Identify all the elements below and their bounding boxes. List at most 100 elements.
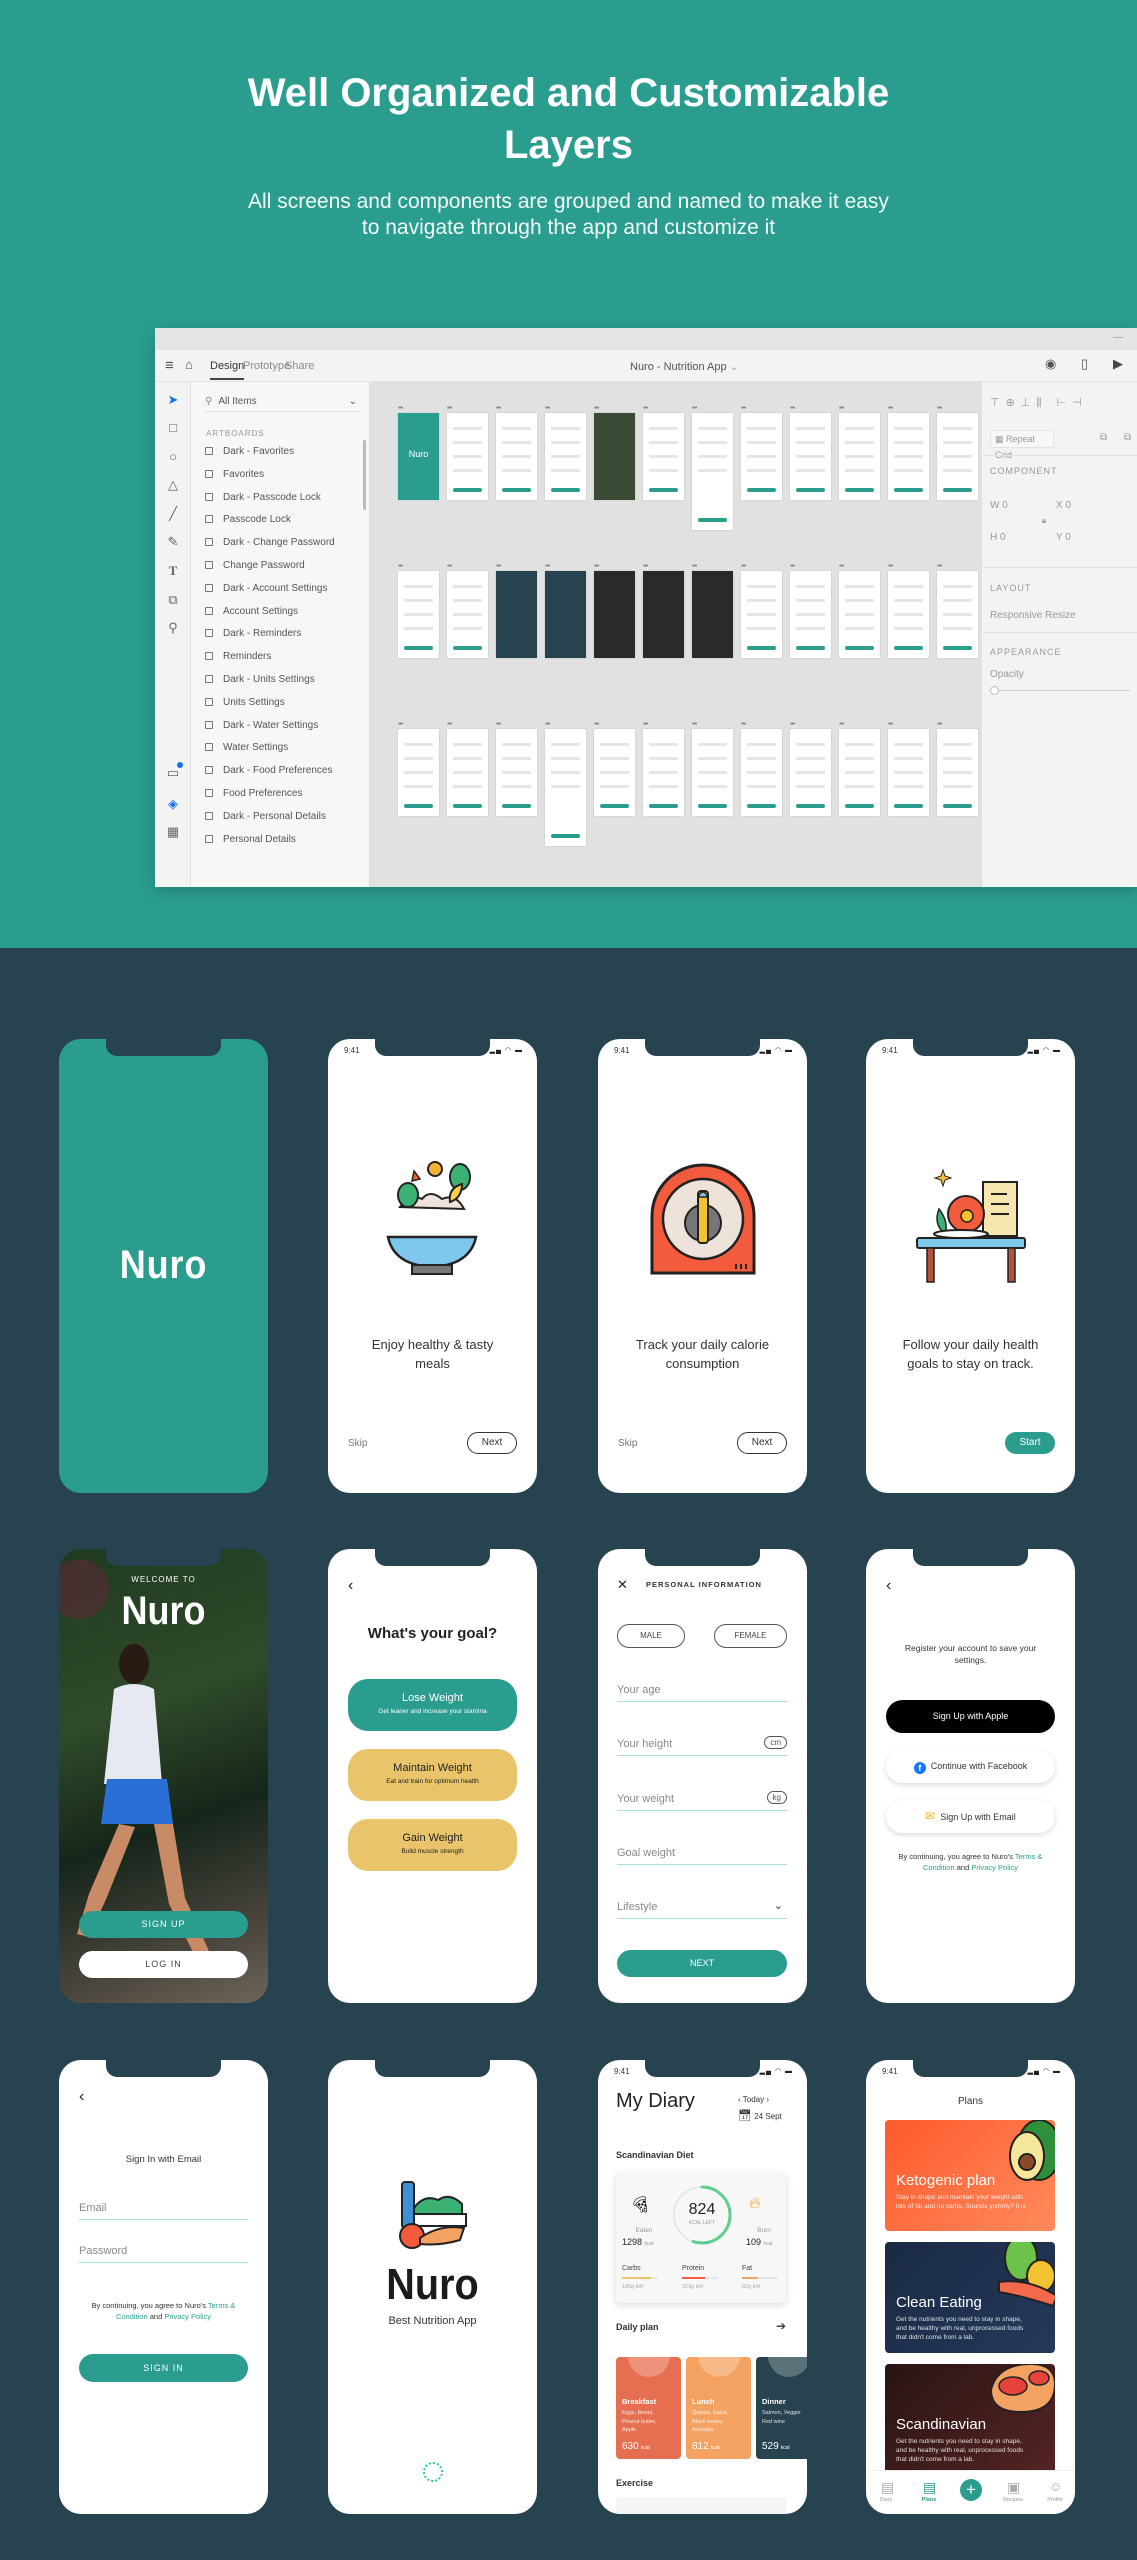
layer-item[interactable]: Dark - Account Settings	[205, 581, 328, 597]
next-button[interactable]: Next	[737, 1432, 787, 1454]
layer-item[interactable]: Food Preferences	[205, 786, 303, 802]
add-button[interactable]: +	[960, 2479, 982, 2501]
ellipse-tool-icon[interactable]: ○	[165, 449, 181, 465]
height-input[interactable]: Your height cm	[617, 1736, 787, 1756]
artboard-thumbnail[interactable]: •••	[790, 405, 831, 500]
profile-nav-icon[interactable]: ☺	[1049, 2479, 1062, 2494]
artboard-thumbnail[interactable]: •••	[839, 563, 880, 658]
artboard-thumbnail[interactable]: •••	[692, 563, 733, 658]
back-chevron-icon[interactable]: ‹	[79, 2088, 84, 2106]
artboard-tool-icon[interactable]: ⧉	[165, 592, 181, 608]
artboard-thumbnail[interactable]: •••	[447, 721, 488, 816]
artboard-thumbnail[interactable]: •••	[937, 721, 978, 816]
responsive-resize-toggle[interactable]: Responsive Resize	[990, 610, 1076, 621]
layer-item[interactable]: Dark - Passcode Lock	[205, 490, 321, 506]
sign-up-email-button[interactable]: ✉ Sign Up with Email	[886, 1800, 1055, 1833]
layer-item[interactable]: Personal Details	[205, 832, 296, 848]
layer-item[interactable]: Dark - Change Password	[205, 535, 335, 551]
text-tool-icon[interactable]: T	[165, 563, 181, 579]
layer-item[interactable]: Reminders	[205, 649, 271, 665]
artboard-thumbnail[interactable]: •••	[398, 721, 439, 816]
artboard-thumbnail[interactable]: •••	[692, 721, 733, 816]
assets-icon[interactable]: ▭	[165, 762, 183, 781]
artboard-thumbnail[interactable]: •••	[839, 405, 880, 500]
artboard-thumbnail[interactable]: •••	[545, 721, 586, 846]
maintain-weight-option[interactable]: Maintain Weight Eat and train for optimu…	[348, 1749, 517, 1801]
sign-up-apple-button[interactable]: Sign Up with Apple	[886, 1700, 1055, 1733]
minimize-icon[interactable]: —	[1113, 332, 1123, 343]
plans-nav-icon[interactable]: ▤	[923, 2479, 936, 2496]
opacity-slider[interactable]	[990, 686, 1130, 695]
artboard-thumbnail[interactable]: •••	[888, 563, 929, 658]
layer-item[interactable]: Passcode Lock	[205, 512, 291, 528]
layer-item[interactable]: Dark - Favorites	[205, 444, 294, 460]
device-preview-icon[interactable]: ▯	[1081, 356, 1088, 372]
email-input[interactable]: Email	[79, 2202, 248, 2220]
y-field[interactable]: Y 0	[1056, 532, 1071, 543]
layer-item[interactable]: Dark - Food Preferences	[205, 763, 333, 779]
artboard-thumbnail[interactable]: •••	[741, 405, 782, 500]
artboard-thumbnail[interactable]: •••	[643, 405, 684, 500]
height-field[interactable]: H 0	[990, 532, 1006, 543]
gain-weight-option[interactable]: Gain Weight Build muscle strength	[348, 1819, 517, 1871]
recipes-nav-icon[interactable]: ▣	[1007, 2479, 1020, 2496]
home-icon[interactable]: ⌂	[185, 357, 193, 372]
lock-icon[interactable]: 🔒︎	[1042, 516, 1046, 526]
skip-button[interactable]: Skip	[618, 1438, 637, 1449]
start-button[interactable]: Start	[1005, 1432, 1055, 1454]
continue-facebook-button[interactable]: f Continue with Facebook	[886, 1750, 1055, 1783]
kg-unit-toggle[interactable]: kg	[766, 1791, 787, 1804]
layers-search[interactable]: ⚲ All Items ⌄	[205, 396, 359, 412]
document-title[interactable]: Nuro - Nutrition App ⌄	[630, 360, 739, 373]
line-tool-icon[interactable]: ╱	[165, 506, 181, 522]
exercise-card[interactable]	[616, 2497, 786, 2514]
rectangle-tool-icon[interactable]: □	[165, 420, 181, 436]
artboard-canvas[interactable]: ••• Nuro ••• ••• ••• ••• ••• ••• ••• ••• ••• ••• •••…	[369, 382, 981, 887]
female-button[interactable]: FEMALE	[714, 1624, 787, 1648]
layer-item[interactable]: Dark - Units Settings	[205, 672, 315, 688]
cm-unit-toggle[interactable]: cm	[764, 1736, 787, 1749]
select-tool-icon[interactable]: ➤	[165, 392, 181, 408]
meal-card[interactable]: Dinner Salmon, Veggie Red wine 529 kcal	[756, 2357, 807, 2459]
nav-profile[interactable]: Profile	[1040, 2497, 1070, 2503]
artboard-thumbnail[interactable]: ••• Nuro	[398, 405, 439, 500]
layer-item[interactable]: Units Settings	[205, 695, 285, 711]
artboard-thumbnail[interactable]: •••	[790, 721, 831, 816]
artboard-thumbnail[interactable]: •••	[398, 563, 439, 658]
artboard-thumbnail[interactable]: •••	[790, 563, 831, 658]
chevron-down-icon[interactable]: ⌄	[349, 396, 357, 407]
artboard-thumbnail[interactable]: •••	[496, 405, 537, 500]
close-icon[interactable]: ✕	[617, 1577, 628, 1593]
password-input[interactable]: Password	[79, 2245, 248, 2263]
plan-card-scandinavian[interactable]: Scandinavian Get the nutrients you need …	[885, 2364, 1055, 2475]
plan-card-ketogenic[interactable]: Ketogenic plan Stay in shape and maintai…	[885, 2120, 1055, 2231]
meal-card[interactable]: Lunch Quinoa, Salsa, Black beans, Avocado 81…	[686, 2357, 751, 2459]
play-icon[interactable]: ▶	[1113, 356, 1123, 372]
zoom-tool-icon[interactable]: ⚲	[165, 620, 181, 636]
date-switcher[interactable]: ‹ Today ›	[738, 2095, 769, 2104]
paste-icon[interactable]: ⧉	[1124, 432, 1131, 443]
user-share-icon[interactable]: ◉	[1045, 356, 1056, 372]
artboard-thumbnail[interactable]: •••	[594, 405, 635, 500]
artboard-thumbnail[interactable]: •••	[447, 405, 488, 500]
layer-item[interactable]: Dark - Personal Details	[205, 809, 326, 825]
hamburger-menu-icon[interactable]: ≡	[165, 357, 174, 374]
artboard-thumbnail[interactable]: •••	[937, 405, 978, 500]
repeat-grid-button[interactable]: ▦ Repeat Grid	[990, 430, 1054, 460]
nav-recipes[interactable]: Recipes	[998, 2497, 1028, 2503]
layer-item[interactable]: Account Settings	[205, 604, 298, 620]
weight-input[interactable]: Your weight kg	[617, 1791, 787, 1811]
artboard-thumbnail[interactable]: •••	[741, 563, 782, 658]
tab-prototype[interactable]: Prototype	[243, 360, 290, 372]
artboard-thumbnail[interactable]: •••	[888, 721, 929, 816]
goal-weight-input[interactable]: Goal weight	[617, 1847, 787, 1865]
male-button[interactable]: MALE	[617, 1624, 685, 1648]
back-chevron-icon[interactable]: ‹	[886, 1577, 891, 1595]
meal-card[interactable]: Breakfast Eggs, Bread, Peanut butter, Apple…	[616, 2357, 681, 2459]
layer-item[interactable]: Change Password	[205, 558, 305, 574]
plugins-icon[interactable]: ▦	[165, 824, 181, 840]
artboard-thumbnail[interactable]: •••	[888, 405, 929, 500]
date-display[interactable]: 📅︎ 24 Sept	[738, 2109, 782, 2122]
layers-icon[interactable]: ◈	[165, 796, 181, 812]
nav-plans[interactable]: Plans	[914, 2497, 944, 2503]
